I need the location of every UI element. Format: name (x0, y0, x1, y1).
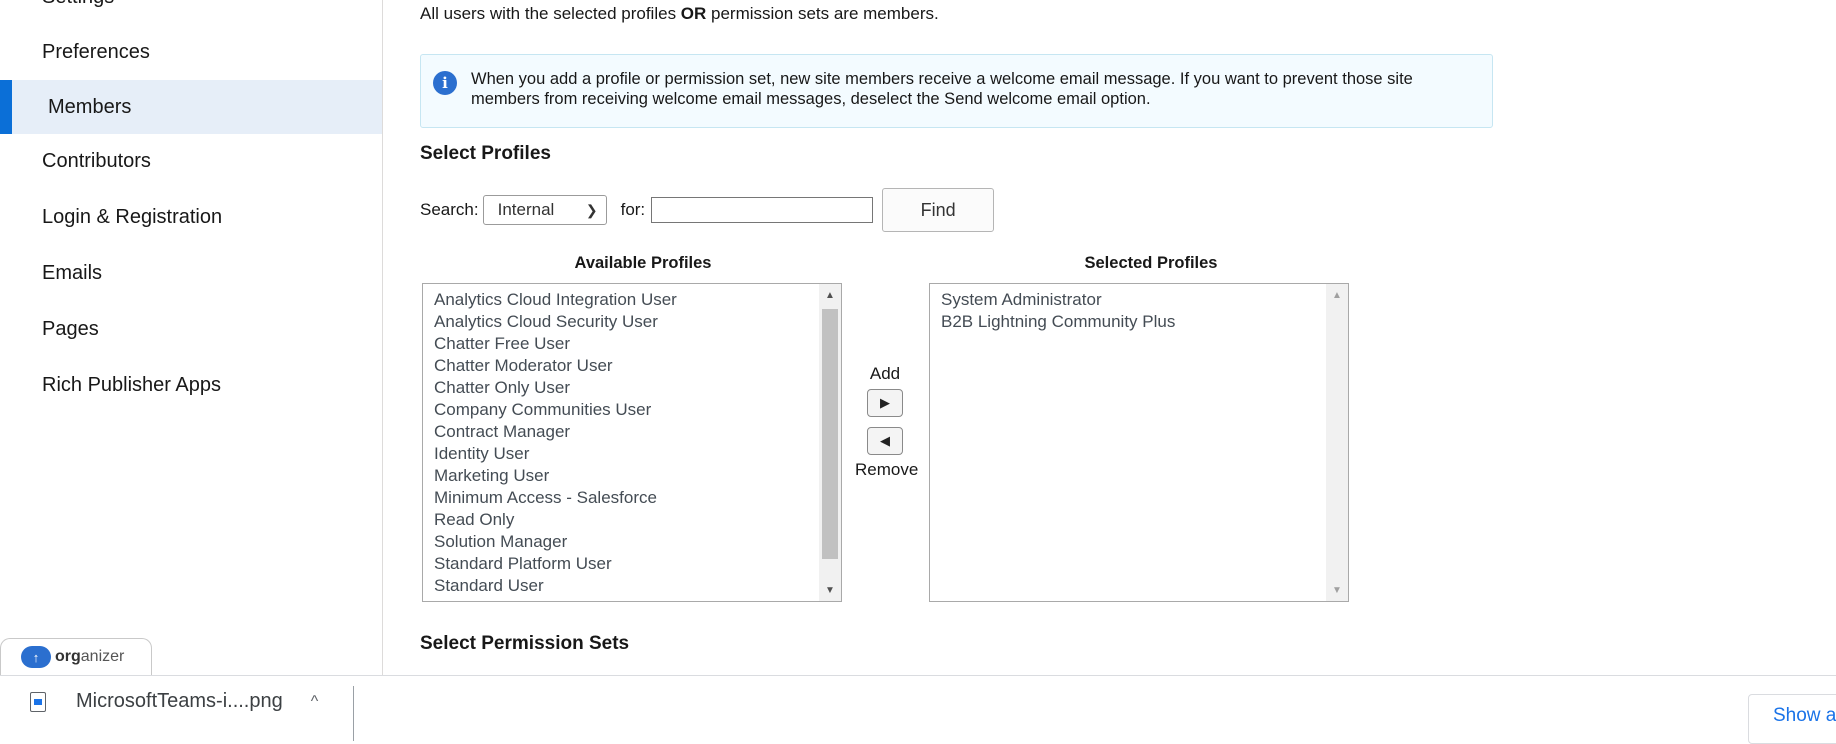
sidebar-item-members[interactable]: Members (0, 80, 382, 134)
sidebar-item-login-registration[interactable]: Login & Registration (0, 190, 382, 244)
profile-option[interactable]: Chatter Only User (423, 377, 677, 399)
sidebar-item-label: Rich Publisher Apps (42, 373, 221, 396)
profile-option[interactable]: Standard User (423, 575, 677, 597)
sidebar-item-emails[interactable]: Emails (0, 246, 382, 300)
profile-option[interactable]: Chatter Moderator User (423, 355, 677, 377)
intro-bold: OR (680, 4, 707, 23)
profile-option[interactable]: Solution Manager (423, 531, 677, 553)
sidebar-item-label: Contributors (42, 149, 151, 172)
selected-profiles-heading: Selected Profiles (1084, 254, 1218, 272)
available-profiles-options: Analytics Cloud Integration User Analytic… (423, 289, 677, 601)
add-button[interactable]: ▶ (867, 389, 903, 417)
profile-option[interactable]: Company Communities User (423, 399, 677, 421)
sidebar-item-label: Members (48, 95, 132, 118)
main-content: All users with the selected profiles OR … (383, 0, 1836, 675)
scroll-up-icon[interactable]: ▲ (1326, 286, 1348, 304)
add-label: Add (869, 364, 901, 383)
available-profiles-scrollbar[interactable]: ▲ ▼ (819, 284, 841, 601)
remove-label: Remove (855, 460, 919, 479)
info-message-box: i When you add a profile or permission s… (420, 54, 1493, 128)
download-item[interactable]: MicrosoftTeams-i....png ^ (30, 690, 318, 713)
scroll-down-icon[interactable]: ▼ (1326, 581, 1348, 599)
scroll-down-icon[interactable]: ▼ (819, 581, 841, 599)
info-message-text: When you add a profile or permission set… (471, 70, 1413, 108)
organizer-rest: anizer (80, 648, 125, 665)
intro-post: permission sets are members. (706, 4, 939, 23)
profile-search-row: Search: Internal ❯ for: Find (420, 188, 995, 232)
select-profiles-heading: Select Profiles (420, 143, 551, 164)
sidebar-item-label: Pages (42, 317, 99, 340)
cloud-icon: ↑ (21, 646, 51, 668)
download-file-name: MicrosoftTeams-i....png (76, 690, 283, 712)
available-profiles-heading: Available Profiles (574, 254, 712, 272)
profile-option[interactable]: Marketing User (423, 465, 677, 487)
members-intro-text: All users with the selected profiles OR … (420, 4, 939, 24)
organizer-tab[interactable]: ↑ org anizer (0, 638, 152, 675)
profile-option[interactable]: Contract Manager (423, 421, 677, 443)
chevron-down-icon: ❯ (585, 201, 598, 218)
find-button[interactable]: Find (882, 188, 995, 232)
download-bar: MicrosoftTeams-i....png ^ Show all (0, 675, 1836, 744)
scroll-up-icon[interactable]: ▲ (819, 286, 841, 304)
sidebar-item-label: Preferences (42, 40, 150, 63)
organizer-bold: org (55, 648, 81, 665)
search-input[interactable] (651, 197, 874, 223)
scrollbar-thumb[interactable] (822, 309, 838, 559)
selected-profiles-scrollbar[interactable]: ▲ ▼ (1326, 284, 1348, 601)
profile-option[interactable]: Minimum Access - Salesforce (423, 487, 677, 509)
show-all-button[interactable]: Show all (1748, 694, 1836, 744)
available-profiles-listbox[interactable]: Analytics Cloud Integration User Analytic… (422, 283, 842, 602)
sidebar-item-contributors[interactable]: Contributors (0, 134, 382, 188)
sidebar-item-preferences[interactable]: Preferences (0, 25, 382, 79)
intro-pre: All users with the selected profiles (420, 4, 681, 23)
selected-profiles-listbox[interactable]: System Administrator B2B Lightning Commun… (929, 283, 1349, 602)
download-divider (353, 686, 354, 741)
add-remove-controls: Add ▶ ◀ Remove (855, 364, 919, 480)
profile-option[interactable]: Chatter Free User (423, 333, 677, 355)
sidebar-item-label: Login & Registration (42, 205, 223, 228)
profile-option[interactable]: Analytics Cloud Integration User (423, 289, 677, 311)
chevron-up-icon[interactable]: ^ (311, 693, 319, 711)
info-icon: i (433, 71, 457, 95)
profile-option[interactable]: Read Only (423, 509, 677, 531)
file-icon (30, 691, 46, 712)
remove-button[interactable]: ◀ (867, 427, 903, 455)
sidebar: Settings Preferences Members Contributor… (0, 0, 383, 675)
search-label: Search: (420, 200, 479, 219)
sidebar-item-settings[interactable]: Settings (42, 0, 114, 9)
sidebar-item-label: Emails (42, 261, 103, 284)
for-label: for: (620, 200, 646, 219)
profile-option[interactable]: Standard Platform User (423, 553, 677, 575)
arrow-right-icon: ▶ (880, 395, 890, 410)
profile-option[interactable]: System Administrator (930, 289, 1175, 311)
selected-profiles-options: System Administrator B2B Lightning Commun… (930, 289, 1175, 333)
sidebar-item-rich-publisher-apps[interactable]: Rich Publisher Apps (0, 358, 382, 412)
search-scope-value: Internal (497, 200, 555, 219)
profile-option[interactable]: Analytics Cloud Security User (423, 311, 677, 333)
arrow-left-icon: ◀ (880, 433, 890, 448)
profile-option[interactable]: B2B Lightning Community Plus (930, 311, 1175, 333)
sidebar-item-pages[interactable]: Pages (0, 302, 382, 356)
profile-option[interactable]: Workspace Only User (423, 597, 677, 601)
profile-option[interactable]: Identity User (423, 443, 677, 465)
select-permission-sets-heading: Select Permission Sets (420, 633, 630, 654)
search-scope-select[interactable]: Internal ❯ (482, 195, 607, 225)
